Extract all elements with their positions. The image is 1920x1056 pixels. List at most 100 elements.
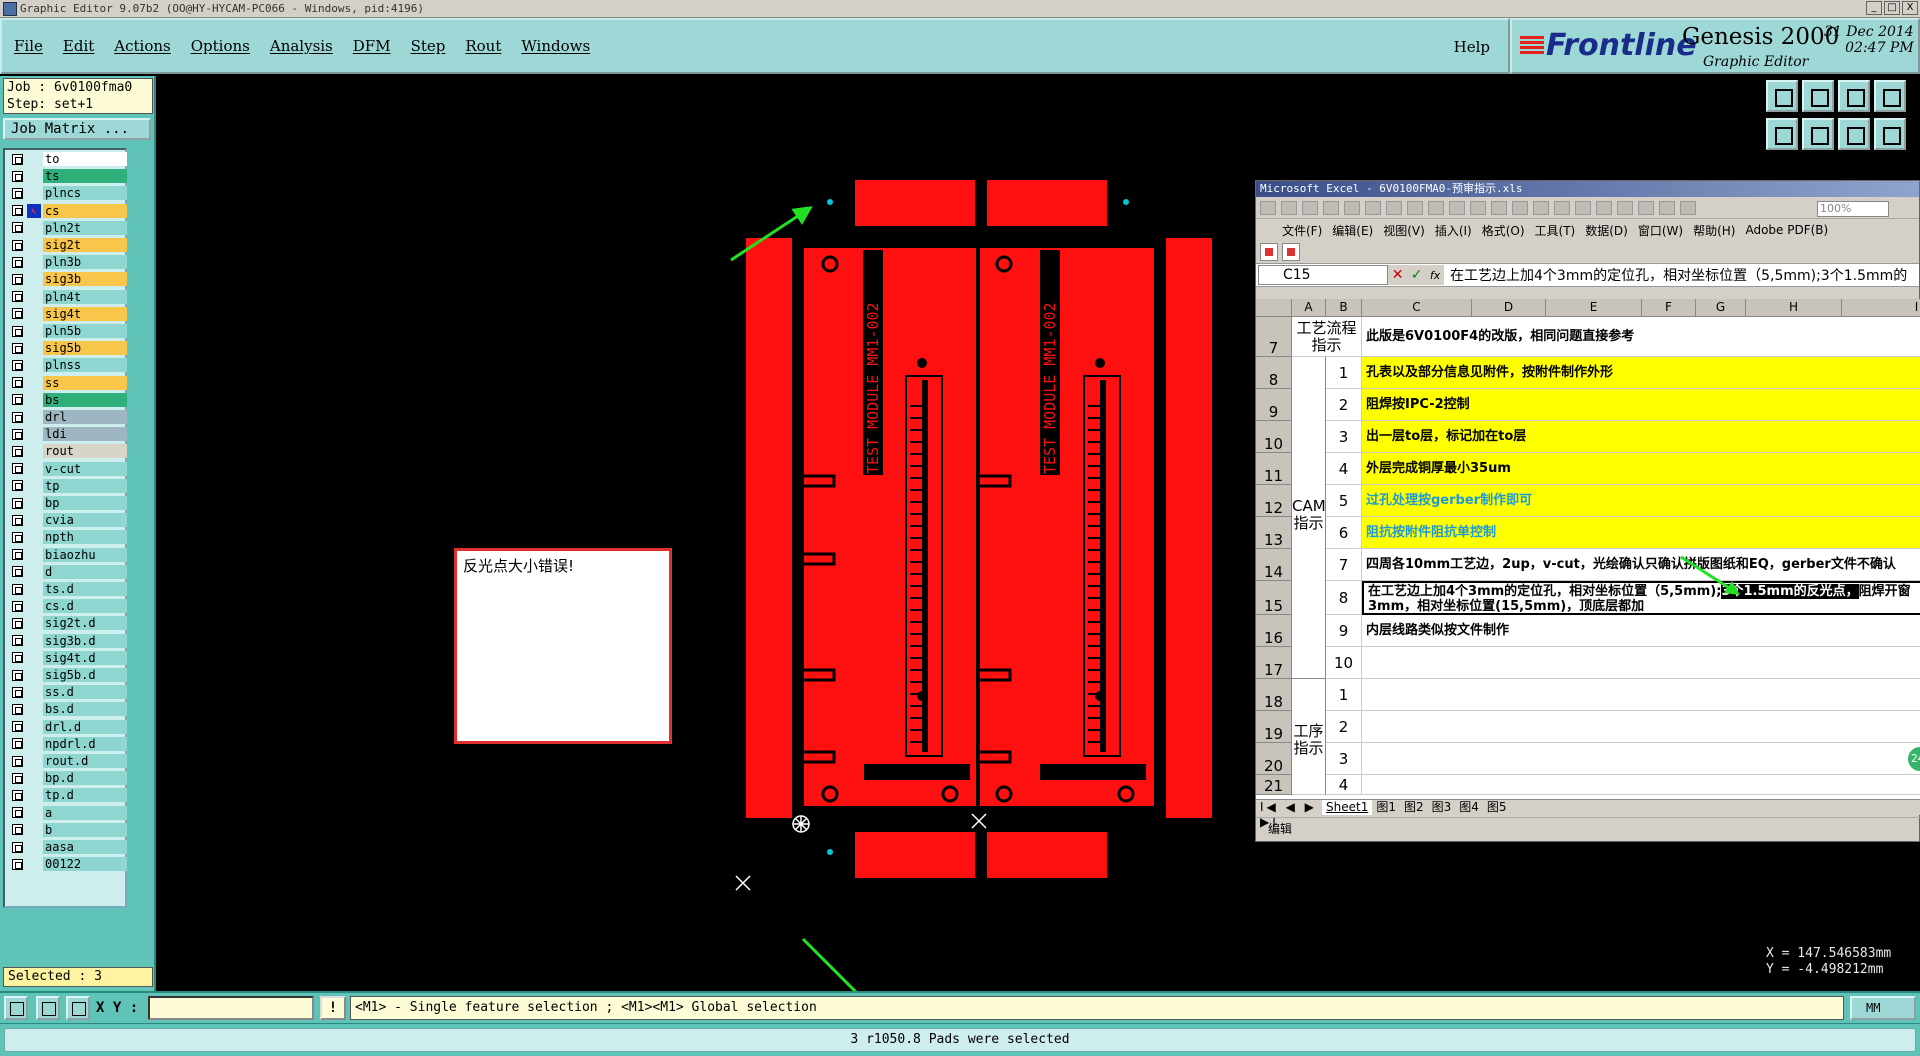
- layer-checkbox[interactable]: [12, 377, 23, 389]
- layer-name[interactable]: tp.d: [43, 788, 127, 803]
- layer-row-ldi[interactable]: ldi: [7, 427, 127, 442]
- mail-icon[interactable]: [1344, 200, 1360, 215]
- layer-name[interactable]: sig3b: [43, 272, 127, 287]
- name-box[interactable]: C15: [1258, 265, 1388, 285]
- redo-icon[interactable]: [1554, 200, 1570, 215]
- column-header[interactable]: I: [1842, 299, 1920, 317]
- layer-checkbox[interactable]: [12, 273, 23, 285]
- item-cell[interactable]: 外层完成铜厚最小35um: [1362, 453, 1920, 485]
- sheet-tab[interactable]: 图4: [1455, 800, 1483, 815]
- pan-right-tool-icon[interactable]: [1802, 118, 1834, 150]
- row-header[interactable]: 15: [1256, 581, 1292, 615]
- item-cell[interactable]: 过孔处理按gerber制作即可: [1362, 485, 1920, 517]
- paste-icon[interactable]: [1491, 200, 1507, 215]
- layer-checkbox[interactable]: [12, 583, 23, 595]
- layer-name[interactable]: plncs: [43, 186, 127, 201]
- layer-name[interactable]: ldi: [43, 427, 127, 442]
- column-header[interactable]: F: [1642, 299, 1696, 317]
- drawing-icon[interactable]: [1680, 200, 1696, 215]
- layer-checkbox[interactable]: [12, 411, 23, 423]
- hyperlink-icon[interactable]: [1575, 200, 1591, 215]
- layer-row-pln2t[interactable]: pln2t: [7, 220, 127, 235]
- layer-checkbox[interactable]: [12, 566, 23, 578]
- excel-menu-insert[interactable]: 插入(I): [1435, 222, 1472, 239]
- format-painter-icon[interactable]: [1512, 200, 1528, 215]
- layer-row-00122[interactable]: 00122: [7, 857, 127, 872]
- excel-menu-help[interactable]: 帮助(H): [1693, 222, 1735, 239]
- layer-checkbox[interactable]: [12, 721, 23, 733]
- layer-row-bs.d[interactable]: bs.d: [7, 702, 127, 717]
- layer-row-drl.d[interactable]: drl.d: [7, 719, 127, 734]
- layer-checkbox[interactable]: [12, 239, 23, 251]
- confirm-entry-icon[interactable]: ✓: [1411, 267, 1423, 283]
- row-header[interactable]: 13: [1256, 517, 1292, 549]
- layer-name[interactable]: pln5b: [43, 324, 127, 338]
- layer-name[interactable]: rout: [43, 444, 127, 459]
- row-header[interactable]: 17: [1256, 647, 1292, 679]
- snap-tool-icon[interactable]: [1874, 118, 1906, 150]
- grid-tool-icon[interactable]: [1874, 80, 1906, 112]
- menu-file[interactable]: File: [14, 37, 43, 55]
- undo-icon[interactable]: [1533, 200, 1549, 215]
- item-cell[interactable]: 出一层to层，标记加在to层: [1362, 421, 1920, 453]
- column-header[interactable]: C: [1362, 299, 1472, 317]
- layer-checkbox[interactable]: [12, 428, 23, 440]
- copy-icon[interactable]: [1470, 200, 1486, 215]
- sheet-tab[interactable]: Sheet1: [1322, 800, 1373, 815]
- layer-row-ts[interactable]: ts: [7, 169, 127, 184]
- layer-checkbox[interactable]: [12, 359, 23, 371]
- sort-ascending-icon[interactable]: [1617, 200, 1633, 215]
- item-cell[interactable]: [1362, 647, 1920, 679]
- layer-name[interactable]: drl: [43, 410, 127, 424]
- layer-row-plnss[interactable]: plnss: [7, 358, 127, 373]
- menu-analysis[interactable]: Analysis: [270, 37, 333, 55]
- layer-name[interactable]: b: [43, 822, 127, 837]
- row-header[interactable]: 21: [1256, 775, 1292, 795]
- layer-name[interactable]: sig2t.d: [43, 616, 127, 631]
- layer-row-biaozhu[interactable]: biaozhu: [7, 547, 127, 562]
- row-header[interactable]: 7: [1256, 317, 1292, 357]
- layer-name[interactable]: pln4t: [43, 289, 127, 304]
- layer-row-sig2t[interactable]: sig2t: [7, 238, 127, 252]
- layer-row-rout.d[interactable]: rout.d: [7, 754, 127, 768]
- layer-row-cvia[interactable]: cvia: [7, 513, 127, 528]
- layer-row-drl[interactable]: drl: [7, 410, 127, 424]
- fiducial-pad-bottom-right[interactable]: [987, 832, 1107, 878]
- excel-menu-format[interactable]: 格式(O): [1482, 222, 1525, 239]
- print-preview-icon[interactable]: [1386, 200, 1402, 215]
- row-header[interactable]: 10: [1256, 421, 1292, 453]
- chart-wizard-icon[interactable]: [1659, 200, 1675, 215]
- insert-function-icon[interactable]: fx: [1430, 269, 1440, 282]
- sheet-tab[interactable]: 图5: [1483, 800, 1511, 815]
- layer-row-pln3b[interactable]: pln3b: [7, 255, 127, 270]
- item-cell[interactable]: 四周各10mm工艺边，2up，v-cut，光绘确认只确认拼版图纸和EQ，gerb…: [1362, 549, 1920, 581]
- layer-row-pln5b[interactable]: pln5b: [7, 324, 127, 338]
- maximize-button[interactable]: □: [1884, 1, 1900, 15]
- layer-name[interactable]: to: [43, 152, 127, 166]
- layer-checkbox[interactable]: [12, 824, 23, 836]
- item-cell[interactable]: 阻抗按附件阻抗单控制: [1362, 517, 1920, 549]
- layer-row-sig5b[interactable]: sig5b: [7, 341, 127, 356]
- layer-checkbox[interactable]: [12, 497, 23, 509]
- layer-row-bp[interactable]: bp: [7, 496, 127, 510]
- layer-name[interactable]: drl.d: [43, 719, 127, 734]
- fiducial-pad-top-right[interactable]: [987, 180, 1107, 226]
- layer-checkbox[interactable]: [12, 256, 23, 268]
- menu-actions[interactable]: Actions: [114, 37, 170, 55]
- fiducial-pad-bottom-left[interactable]: [855, 832, 975, 878]
- hint-icon[interactable]: !: [320, 996, 346, 1020]
- layer-name[interactable]: d: [43, 564, 127, 579]
- layer-checkbox[interactable]: [12, 170, 23, 182]
- layer-row-v-cut[interactable]: v-cut: [7, 461, 127, 476]
- row-header[interactable]: 8: [1256, 357, 1292, 389]
- layer-checkbox[interactable]: [12, 514, 23, 526]
- layer-name[interactable]: ss.d: [43, 685, 127, 700]
- layer-row-npth[interactable]: npth: [7, 530, 127, 545]
- row-header[interactable]: 11: [1256, 453, 1292, 485]
- menu-windows[interactable]: Windows: [521, 37, 590, 55]
- layer-row-rout[interactable]: rout: [7, 444, 127, 459]
- formula-input[interactable]: 在工艺边上加4个3mm的定位孔，相对坐标位置（5,5mm);3个1.5mm的: [1444, 265, 1919, 285]
- layer-name[interactable]: bp.d: [43, 771, 127, 786]
- layer-checkbox[interactable]: [12, 153, 23, 165]
- layer-name[interactable]: cvia: [43, 513, 127, 528]
